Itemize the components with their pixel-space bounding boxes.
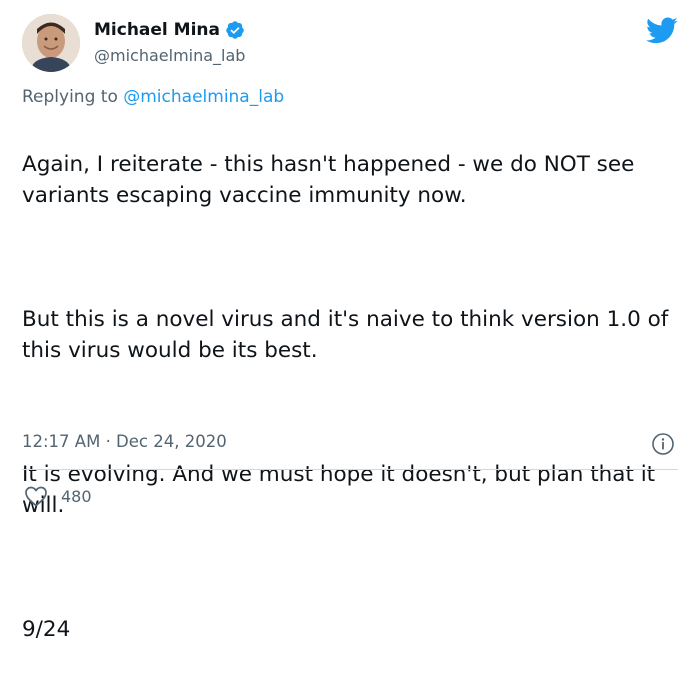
thread-counter: 9/24 [22, 617, 71, 642]
heart-icon[interactable] [24, 485, 48, 507]
tweet-timestamp[interactable]: 12:17 AM · Dec 24, 2020 [22, 432, 227, 451]
avatar[interactable] [22, 14, 80, 72]
reply-mention-link[interactable]: @michaelmina_lab [123, 87, 284, 107]
replying-to-label: Replying to [22, 87, 118, 107]
tweet-paragraph: Again, I reiterate - this hasn't happene… [22, 152, 635, 208]
like-action[interactable]: 480 [24, 485, 92, 507]
tweet-paragraph: But this is a novel virus and it's naive… [22, 307, 669, 363]
tweet-text: Again, I reiterate - this hasn't happene… [22, 118, 692, 676]
display-name[interactable]: Michael Mina [94, 20, 220, 40]
divider [22, 469, 678, 470]
verified-badge-icon [225, 20, 245, 40]
tweet-card: Michael Mina @michaelmina_lab Replying t… [0, 0, 700, 642]
twitter-bird-icon[interactable] [646, 16, 678, 44]
author-handle[interactable]: @michaelmina_lab [94, 46, 245, 65]
like-count: 480 [61, 486, 92, 506]
info-icon[interactable] [651, 432, 675, 456]
replying-to-line: Replying to @michaelmina_lab [22, 87, 284, 107]
author-name-row[interactable]: Michael Mina [94, 20, 245, 40]
